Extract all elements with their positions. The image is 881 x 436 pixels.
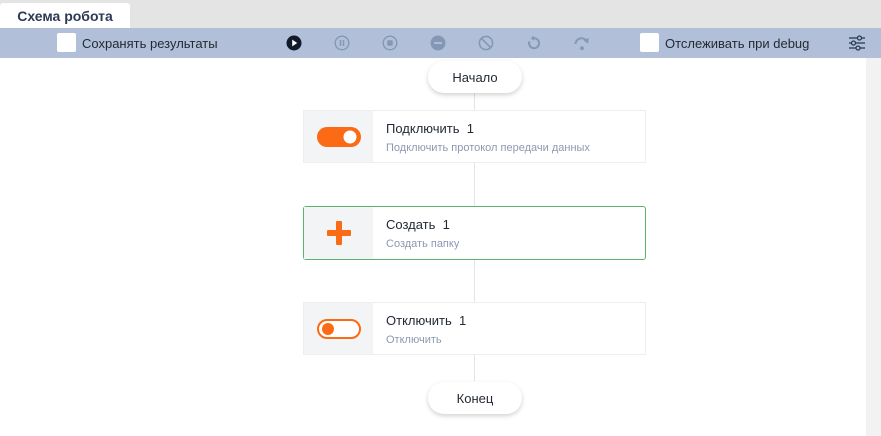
flow-node-create[interactable]: Создать 1 Создать папку xyxy=(303,206,646,260)
pause-icon xyxy=(334,35,350,51)
node-index: 1 xyxy=(458,313,467,328)
node-icon-box xyxy=(304,111,373,162)
tab-label: Схема робота xyxy=(17,7,113,24)
flow-canvas: Начало Подключить 1 Подключить протокол … xyxy=(0,58,866,436)
node-subtitle: Подключить протокол передачи данных xyxy=(386,142,590,154)
connector-line xyxy=(474,92,475,110)
node-title: Создать 1 xyxy=(386,217,450,232)
node-title: Подключить 1 xyxy=(386,121,474,136)
play-icon xyxy=(286,35,302,51)
restart-icon xyxy=(528,35,541,50)
step-over-icon xyxy=(574,37,589,51)
connector-line xyxy=(474,260,475,302)
stop-button[interactable] xyxy=(380,33,400,53)
flow-node-connect[interactable]: Подключить 1 Подключить протокол передач… xyxy=(303,110,646,163)
track-debug-label: Отслеживать при debug xyxy=(665,36,810,51)
pause-button[interactable] xyxy=(332,33,352,53)
start-node-label: Начало xyxy=(452,69,498,85)
settings-button[interactable] xyxy=(847,33,867,53)
play-button[interactable] xyxy=(284,33,304,53)
connector-line xyxy=(474,163,475,206)
tab-bar: Схема робота xyxy=(0,0,881,28)
node-title: Отключить 1 xyxy=(386,313,467,328)
restart-button[interactable] xyxy=(524,33,544,53)
toggle-on-icon xyxy=(316,126,361,147)
start-node[interactable]: Начало xyxy=(428,61,522,93)
minus-circle-icon xyxy=(430,35,446,51)
toggle-off-icon xyxy=(316,318,361,339)
forbidden-icon xyxy=(478,35,494,51)
sliders-icon xyxy=(849,35,865,51)
stop-icon xyxy=(382,35,398,51)
node-index: 1 xyxy=(442,217,450,232)
node-icon-box xyxy=(304,207,373,259)
end-node[interactable]: Конец xyxy=(428,382,522,414)
node-index: 1 xyxy=(466,121,474,136)
remove-button[interactable] xyxy=(428,33,448,53)
node-icon-box xyxy=(304,303,373,354)
connector-line xyxy=(474,355,475,381)
node-subtitle: Создать папку xyxy=(386,238,460,250)
tab-robot-scheme[interactable]: Схема робота xyxy=(0,3,130,28)
end-node-label: Конец xyxy=(456,390,494,406)
plus-icon xyxy=(326,221,351,245)
cancel-button[interactable] xyxy=(476,33,496,53)
step-over-button[interactable] xyxy=(572,33,592,53)
save-results-checkbox[interactable] xyxy=(57,33,76,52)
toolbar: Сохранять результаты Отслеживать при deb… xyxy=(0,28,881,58)
save-results-label: Сохранять результаты xyxy=(82,36,218,51)
track-debug-checkbox[interactable] xyxy=(640,33,659,52)
vertical-scrollbar[interactable] xyxy=(866,58,881,436)
flow-node-disconnect[interactable]: Отключить 1 Отключить xyxy=(303,302,646,355)
node-subtitle: Отключить xyxy=(386,334,442,346)
